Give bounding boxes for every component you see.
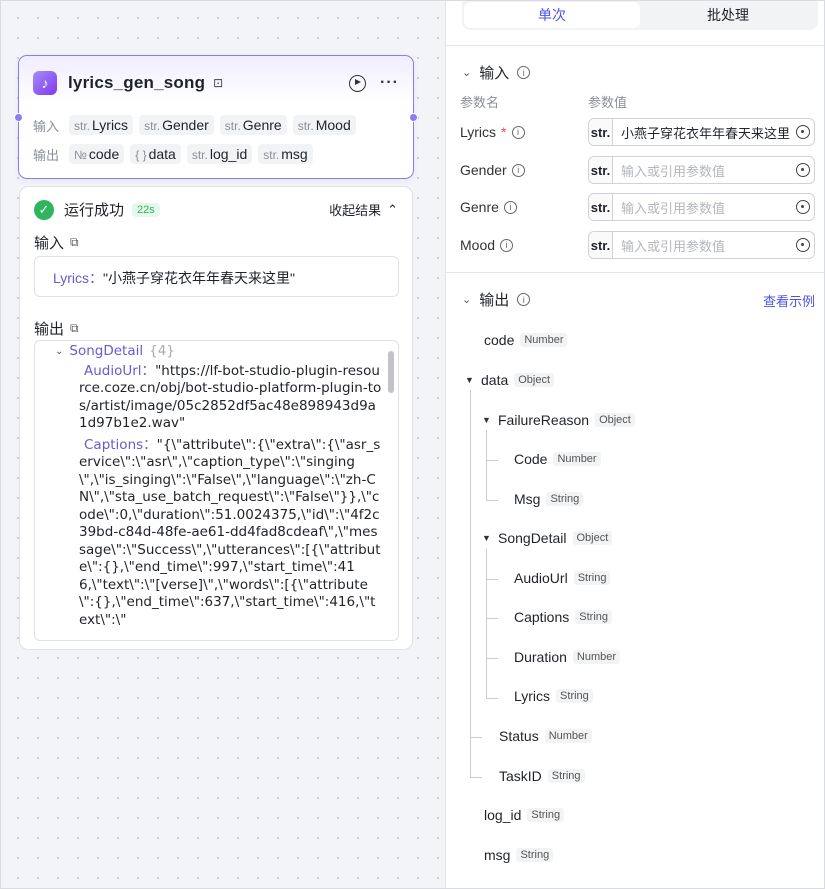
tree-item-msg: msg String (484, 847, 554, 863)
column-param-name: 参数名 (460, 95, 500, 110)
input-key: Lyrics： (53, 270, 104, 286)
tree-connector (486, 618, 498, 619)
column-param-value: 参数值 (588, 95, 628, 110)
reference-variable-icon[interactable] (792, 163, 814, 177)
captions-entry: Captions："{\"attribute\":{\"extra\":{\"a… (79, 436, 381, 628)
more-options-icon[interactable]: ··· (380, 74, 399, 92)
plugin-icon: ♪ (33, 71, 57, 95)
node-output-port[interactable] (409, 113, 418, 122)
tab-single[interactable]: 单次 (464, 2, 640, 28)
param-row-lyrics: Lyrics * i str. 小燕子穿花衣年年春天来这里 (460, 118, 815, 146)
node-inputs-row: 输入 str. Lyrics str. Gender str. Genre str. M… (33, 115, 356, 135)
tree-item-code: code Number (484, 332, 568, 348)
outputs-label: 输出 (33, 147, 60, 163)
tree-connector (486, 500, 498, 501)
tree-item-song-detail[interactable]: ▼ SongDetail Object (482, 530, 613, 546)
collapse-result-button[interactable]: 收起结果 ⌃ (329, 200, 398, 219)
info-icon[interactable]: i (517, 66, 531, 79)
param-row-mood: Mood i str. 输入或引用参数值 (460, 231, 815, 259)
copy-icon[interactable]: ⧉ (70, 235, 79, 250)
divider (446, 272, 825, 273)
tree-item-captions: Captions String (514, 609, 613, 625)
run-result-panel: ✓ 运行成功 22s 收起结果 ⌃ 输入 ⧉ Lyrics："小燕子穿花衣年年春… (19, 186, 413, 650)
node-outputs-row: 输出 № code { } data str. log_id str. msg (33, 144, 313, 164)
info-icon[interactable]: i (517, 293, 531, 306)
caret-down-icon[interactable]: ▼ (482, 533, 492, 543)
mode-switch: 单次 批处理 (462, 0, 818, 30)
output-tag-log-id: str. log_id (186, 144, 253, 164)
inputs-label: 输入 (33, 118, 60, 134)
tree-connector (470, 390, 471, 777)
run-time-badge: 22s (132, 202, 160, 217)
tree-item-data[interactable]: ▼ data Object (465, 372, 555, 388)
tree-item-msg: Msg String (514, 491, 584, 507)
run-status: 运行成功 (64, 202, 125, 219)
reference-variable-icon[interactable] (792, 125, 814, 139)
tree-item-failure-reason[interactable]: ▼ FailureReason Object (482, 412, 635, 428)
param-row-genre: Genre i str. 输入或引用参数值 (460, 193, 815, 221)
output-tag-code: № code (69, 144, 125, 164)
song-detail-toggle[interactable]: ⌄ SongDetail {4} (55, 343, 382, 361)
chevron-down-icon: ⌄ (462, 67, 472, 79)
view-example-link[interactable]: 查看示例 (763, 291, 815, 310)
output-scrollbar[interactable] (388, 351, 394, 393)
chevron-down-icon: ⌄ (462, 294, 472, 306)
input-tag-mood: str. Mood (292, 115, 356, 135)
tree-connector (486, 579, 498, 580)
result-input-heading: 输入 ⧉ (34, 235, 79, 252)
plugin-node[interactable]: ♪ lyrics_gen_song ⊡ ··· 输入 str. Lyrics st… (14, 55, 418, 179)
input-section-header[interactable]: ⌄ 输入 i (462, 62, 531, 83)
tree-item-code: Code Number (514, 451, 601, 467)
tree-connector (486, 460, 498, 461)
tree-item-status: Status Number (499, 728, 592, 744)
divider (446, 45, 825, 46)
info-icon[interactable]: i (511, 163, 525, 177)
param-row-gender: Gender i str. 输入或引用参数值 (460, 156, 815, 184)
tree-item-duration: Duration Number (514, 649, 621, 665)
tree-connector (486, 549, 487, 698)
caret-down-icon[interactable]: ▼ (482, 415, 492, 425)
tree-item-lyrics: Lyrics String (514, 688, 593, 704)
output-tag-msg: str. msg (258, 144, 313, 164)
mood-input[interactable]: str. 输入或引用参数值 (588, 231, 815, 259)
success-check-icon: ✓ (34, 199, 54, 220)
input-value: "小燕子穿花衣年年春天来这里" (103, 270, 295, 286)
tree-connector (486, 658, 498, 659)
gender-input[interactable]: str. 输入或引用参数值 (588, 156, 815, 184)
tree-item-audio-url: AudioUrl String (514, 570, 611, 586)
plugin-info-icon[interactable]: ⊡ (213, 76, 223, 90)
input-tag-gender: str. Gender (139, 115, 214, 135)
tree-connector (470, 737, 482, 738)
chevron-down-icon: ⌄ (55, 346, 64, 357)
reference-variable-icon[interactable] (792, 238, 814, 252)
result-input-box: Lyrics："小燕子穿花衣年年春天来这里" (34, 256, 399, 297)
result-output-box[interactable]: ⌄ SongDetail {4} AudioUrl："https://lf-bo… (34, 340, 399, 641)
reference-variable-icon[interactable] (792, 200, 814, 214)
input-tag-genre: str. Genre (219, 115, 287, 135)
info-icon[interactable]: i (503, 200, 517, 214)
caret-down-icon[interactable]: ▼ (465, 375, 475, 385)
copy-icon[interactable]: ⧉ (70, 321, 79, 336)
tree-item-log-id: log_id String (484, 807, 565, 823)
tree-connector (470, 777, 482, 778)
tree-connector (486, 698, 498, 699)
audio-url-entry: AudioUrl："https://lf-bot-studio-plugin-r… (79, 362, 382, 432)
info-icon[interactable]: i (500, 238, 514, 252)
test-run-panel: 单次 批处理 ⌄ 输入 i 参数名 参数值 Lyrics * i str. 小燕子穿… (445, 0, 825, 889)
result-output-heading: 输出 ⧉ (34, 321, 79, 338)
chevron-up-icon: ⌃ (387, 201, 398, 217)
run-node-icon[interactable] (349, 74, 367, 92)
output-section-header[interactable]: ⌄ 输出 i (462, 289, 531, 310)
input-tag-lyrics: str. Lyrics (69, 115, 134, 135)
info-icon[interactable]: i (511, 125, 525, 139)
genre-input[interactable]: str. 输入或引用参数值 (588, 193, 815, 221)
node-input-port[interactable] (14, 113, 23, 122)
lyrics-input[interactable]: str. 小燕子穿花衣年年春天来这里 (588, 118, 815, 146)
tree-connector (486, 430, 487, 501)
tree-item-task-id: TaskID String (499, 768, 585, 784)
node-title: lyrics_gen_song (68, 73, 206, 92)
output-tag-data: { } data (130, 144, 181, 164)
tab-batch[interactable]: 批处理 (640, 2, 816, 28)
